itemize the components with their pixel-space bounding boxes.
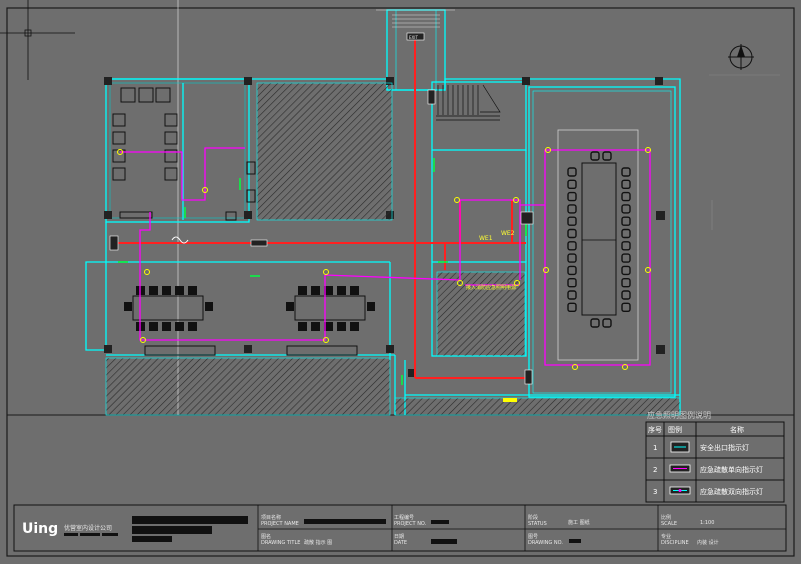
project-name-label: 项目名称 [261,514,281,521]
status-label: 阶段 [528,514,538,521]
scale-en: SCALE [661,521,677,527]
cursor-crosshair-icon [0,0,75,80]
scale-value: 1:100 [700,520,714,526]
exit-sign-icon [670,441,690,453]
drawing-title-en: DRAWING TITLE [261,540,300,546]
legend-row-3-name: 应急疏散双向指示灯 [700,487,763,496]
chair [602,151,612,161]
redacted-mark [102,533,118,536]
meeting-table-left [124,286,213,331]
company-name: 优营室内设计公司 [64,524,112,532]
legend-row-1-name: 安全出口指示灯 [700,443,749,452]
status-value: 施工 图纸 [568,519,590,526]
discipline-en: DISCIPLINE [661,540,689,546]
chair [621,228,631,239]
top-stair [376,9,455,28]
legend-header-name: 名称 [730,425,744,434]
chair [567,302,577,312]
power-note-label: 接入消防应急照明电源 [466,284,516,291]
chair [602,318,612,328]
project-name-en: PROJECT NAME [261,521,299,527]
hatched-lower-area [105,357,391,416]
floor-plan-canvas: EXIT WE1 WE2 接入消防应急照明电源 应急照明图例说明 序号 图例 名… [0,0,795,557]
chair [621,191,631,202]
project-no-value [431,520,449,524]
chair [567,253,577,263]
route-label-we2: WE2 [501,230,515,237]
conference-table-right [557,129,639,361]
dimension-marks [709,74,780,230]
chair [621,216,631,226]
drawing-title-label: 图名 [261,533,271,540]
legend-title: 应急照明图例说明 [647,410,711,420]
one-way-arrow-icon [669,464,691,473]
chair [621,253,631,263]
discipline-label: 专业 [661,533,671,540]
redacted-mark [64,533,78,536]
chair [567,228,577,239]
chair [621,290,631,300]
hatched-core-area [256,82,393,221]
drawing-no-value [569,539,581,543]
date-en: DATE [394,540,407,546]
legend-table: 应急照明图例说明 序号 图例 名称 1 安全出口指示灯 2 应急疏散单向指示灯 … [645,410,785,503]
legend-header-no: 序号 [648,425,662,434]
chair [590,318,600,328]
company-logo: Uing [22,521,58,537]
chair [621,241,631,251]
chair [621,278,631,288]
drawing-no-en: DRAWING NO. [528,540,563,546]
status-en: STATUS [528,521,547,527]
route-label-we1: WE1 [479,235,493,242]
redacted-mark [80,533,100,536]
legend-row-3-no: 3 [653,488,657,496]
scale-label: 比例 [661,514,671,521]
chair [567,241,577,251]
chair [567,278,577,288]
title-block: Uing 优营室内设计公司 项目名称 PROJECT NAME 图名 DRAWI… [13,504,787,552]
chair [621,265,631,276]
legend-header-icon: 图例 [668,425,682,434]
redacted-block [132,516,248,524]
meeting-table-middle [286,286,375,331]
legend-row-2-no: 2 [653,466,657,474]
redacted-block [132,526,212,534]
exit-sign-text: EXIT [409,35,418,40]
chair [590,151,600,161]
legend-row-1-no: 1 [653,444,657,452]
chair [567,265,577,276]
chair [621,302,631,312]
discipline-value: 内装 设计 [697,539,719,546]
north-arrow-icon [728,44,754,70]
project-name-value [304,519,386,524]
chair [567,179,577,190]
project-no-en: PROJECT NO. [394,521,427,527]
hatched-bottom-strip [394,397,681,416]
two-way-arrow-icon [669,486,691,495]
chair [621,204,631,214]
project-no-label: 工程编号 [394,514,414,521]
redacted-block [132,536,172,542]
exit-bar [503,398,517,402]
chair [621,179,631,190]
chair [567,290,577,300]
drawing-title-value: 疏散 指示 图 [304,539,332,546]
chair [567,216,577,226]
legend-row-2-name: 应急疏散单向指示灯 [700,465,763,474]
chair [621,167,631,177]
chair [567,191,577,202]
chair [567,204,577,214]
chair [567,167,577,177]
date-value [431,539,457,544]
